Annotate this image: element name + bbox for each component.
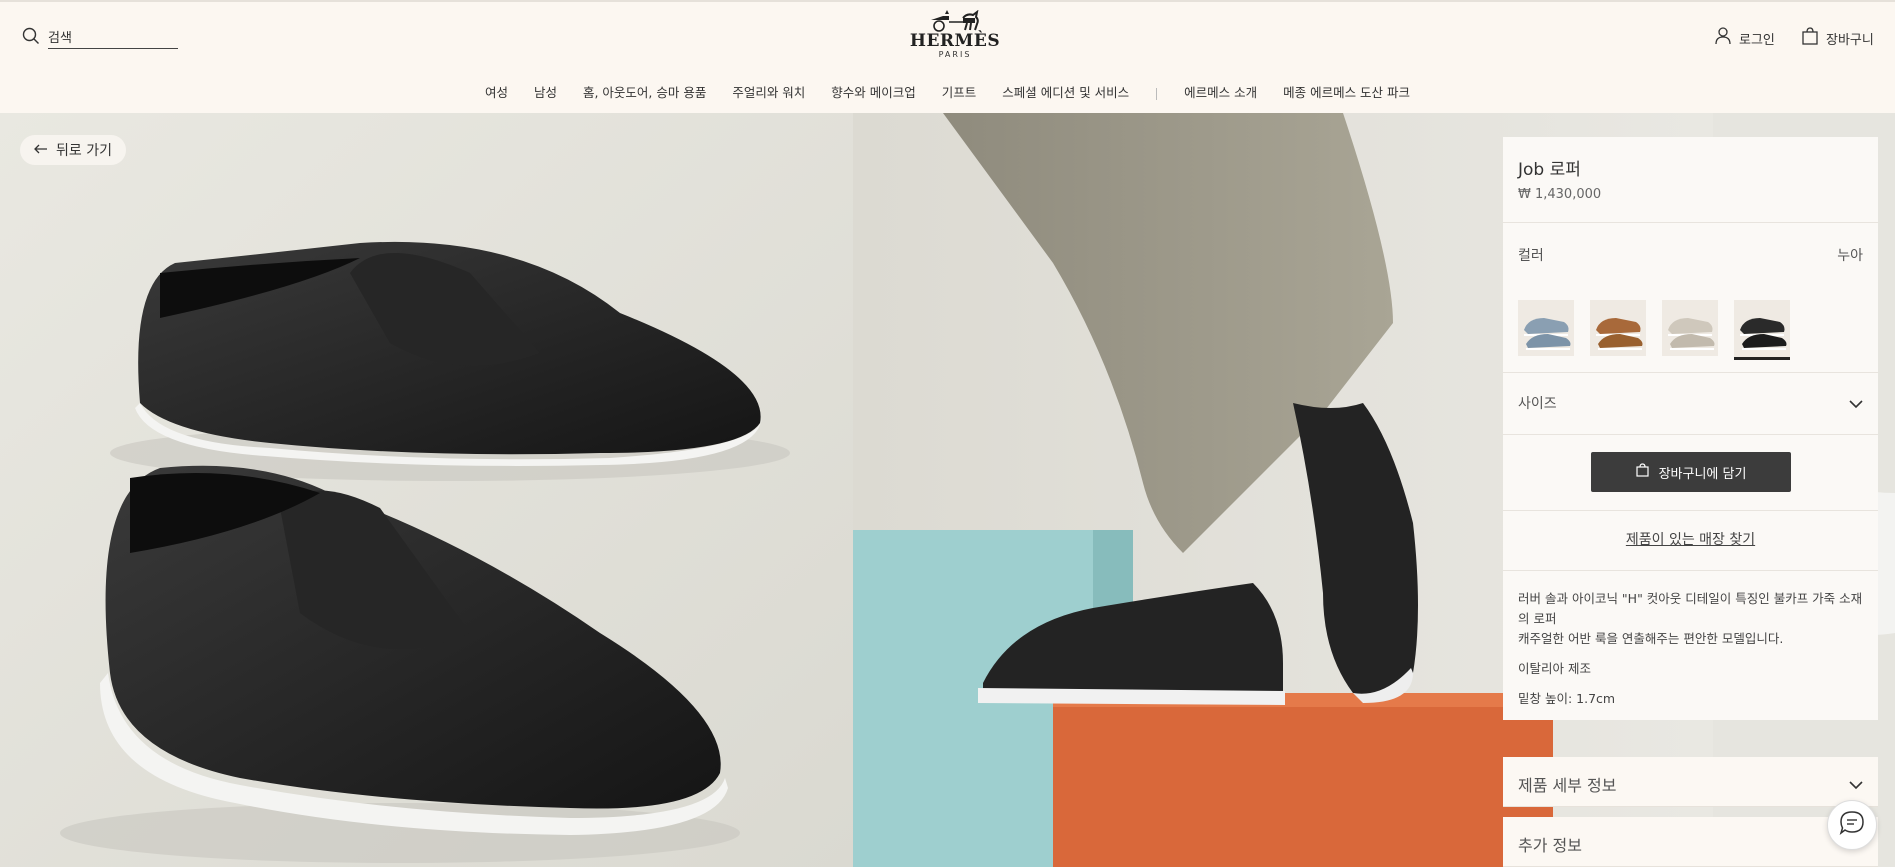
back-label: 뒤로 가기 [56, 143, 112, 159]
size-label: 사이즈 [1518, 396, 1557, 412]
product-title: Job 로퍼 [1518, 160, 1581, 180]
login-label: 로그인 [1739, 32, 1775, 48]
accordion-label: 제품 세부 정보 [1518, 776, 1617, 795]
logo-wordmark: HERMÈS [909, 31, 1001, 51]
nav-item-dosan-park[interactable]: 메종 에르메스 도산 파크 [1283, 82, 1410, 101]
made-in: 이탈리아 제조 [1518, 661, 1591, 676]
product-description: 러버 솔과 아이코닉 "H" 컷아웃 디테일이 특징인 불카프 가죽 소재의 로… [1503, 571, 1878, 709]
chat-button[interactable] [1827, 800, 1877, 850]
bag-icon [1802, 27, 1818, 49]
back-button[interactable]: 뒤로 가기 [20, 135, 126, 165]
description-text: 러버 솔과 아이코닉 "H" 컷아웃 디테일이 특징인 불카프 가죽 소재의 로… [1518, 591, 1863, 626]
chevron-down-icon [1849, 394, 1863, 413]
chat-icon [1839, 810, 1865, 840]
description-text-2: 캐주얼한 어반 룩을 연출해주는 편안한 모델입니다. [1518, 631, 1784, 646]
swatch-tan[interactable] [1590, 300, 1646, 356]
cart-link[interactable]: 장바구니 [1802, 27, 1874, 49]
color-selector: 컬러 누아 [1503, 223, 1878, 373]
swatch-black-selected[interactable] [1734, 300, 1790, 360]
accordion-label: 추가 정보 [1518, 836, 1582, 855]
search-input[interactable]: 검색 [48, 27, 178, 49]
cart-label: 장바구니 [1826, 32, 1874, 48]
nav-item-special-editions[interactable]: 스페셜 에디션 및 서비스 [1002, 82, 1129, 101]
product-panel: Job 로퍼 ₩ 1,430,000 컬러 누아 사이즈 장바구니에 담기 제품… [1503, 137, 1878, 720]
nav-item-fragrance-makeup[interactable]: 향수와 메이크업 [831, 82, 915, 101]
hermes-logo[interactable]: HERMÈS PARIS [900, 10, 1010, 60]
find-store-link[interactable]: 제품이 있는 매장 찾기 [1503, 529, 1878, 549]
nav-item-jewelry-watches[interactable]: 주얼리와 워치 [732, 82, 805, 101]
add-to-cart-button[interactable]: 장바구니에 담기 [1591, 452, 1791, 492]
nav-item-women[interactable]: 여성 [485, 82, 508, 101]
nav-divider [1156, 87, 1158, 100]
sole-height: 밑창 높이: 1.7cm [1518, 691, 1616, 706]
size-selector[interactable]: 사이즈 [1503, 373, 1878, 435]
nav-item-gifts[interactable]: 기프트 [942, 82, 977, 101]
carriage-logo-icon [931, 10, 979, 32]
arrow-left-icon [34, 142, 48, 158]
store-finder: 제품이 있는 매장 찾기 [1503, 511, 1878, 571]
bag-icon [1635, 463, 1649, 481]
login-link[interactable]: 로그인 [1715, 27, 1775, 49]
nav-item-about[interactable]: 에르메스 소개 [1184, 82, 1257, 101]
product-image-pair [0, 113, 853, 867]
nav-item-home-outdoor[interactable]: 홈, 아웃도어, 승마 용품 [583, 82, 706, 101]
search-bar[interactable]: 검색 [22, 27, 178, 49]
main-nav: 여성 남성 홈, 아웃도어, 승마 용품 주얼리와 워치 향수와 메이크업 기프… [0, 82, 1895, 101]
site-header: 검색 HERMÈS PARIS 로그인 장바구니 여성 남성 홈, 아웃도어, … [0, 0, 1895, 113]
chevron-down-icon [1849, 775, 1863, 794]
add-to-cart-label: 장바구니에 담기 [1658, 466, 1747, 482]
logo-city: PARIS [938, 50, 972, 59]
color-label: 컬러 [1518, 248, 1544, 264]
search-icon[interactable] [22, 27, 40, 49]
product-info: Job 로퍼 ₩ 1,430,000 [1503, 137, 1878, 223]
color-value: 누아 [1837, 248, 1863, 264]
product-price: ₩ 1,430,000 [1518, 187, 1602, 202]
color-swatches [1518, 300, 1790, 360]
accordion-additional-info[interactable]: 추가 정보 [1503, 817, 1878, 867]
accordion-product-details[interactable]: 제품 세부 정보 [1503, 757, 1878, 807]
user-icon [1715, 27, 1731, 49]
swatch-beige[interactable] [1662, 300, 1718, 356]
swatch-blue-grey[interactable] [1518, 300, 1574, 356]
add-to-cart-section: 장바구니에 담기 [1503, 435, 1878, 511]
nav-item-men[interactable]: 남성 [534, 82, 557, 101]
